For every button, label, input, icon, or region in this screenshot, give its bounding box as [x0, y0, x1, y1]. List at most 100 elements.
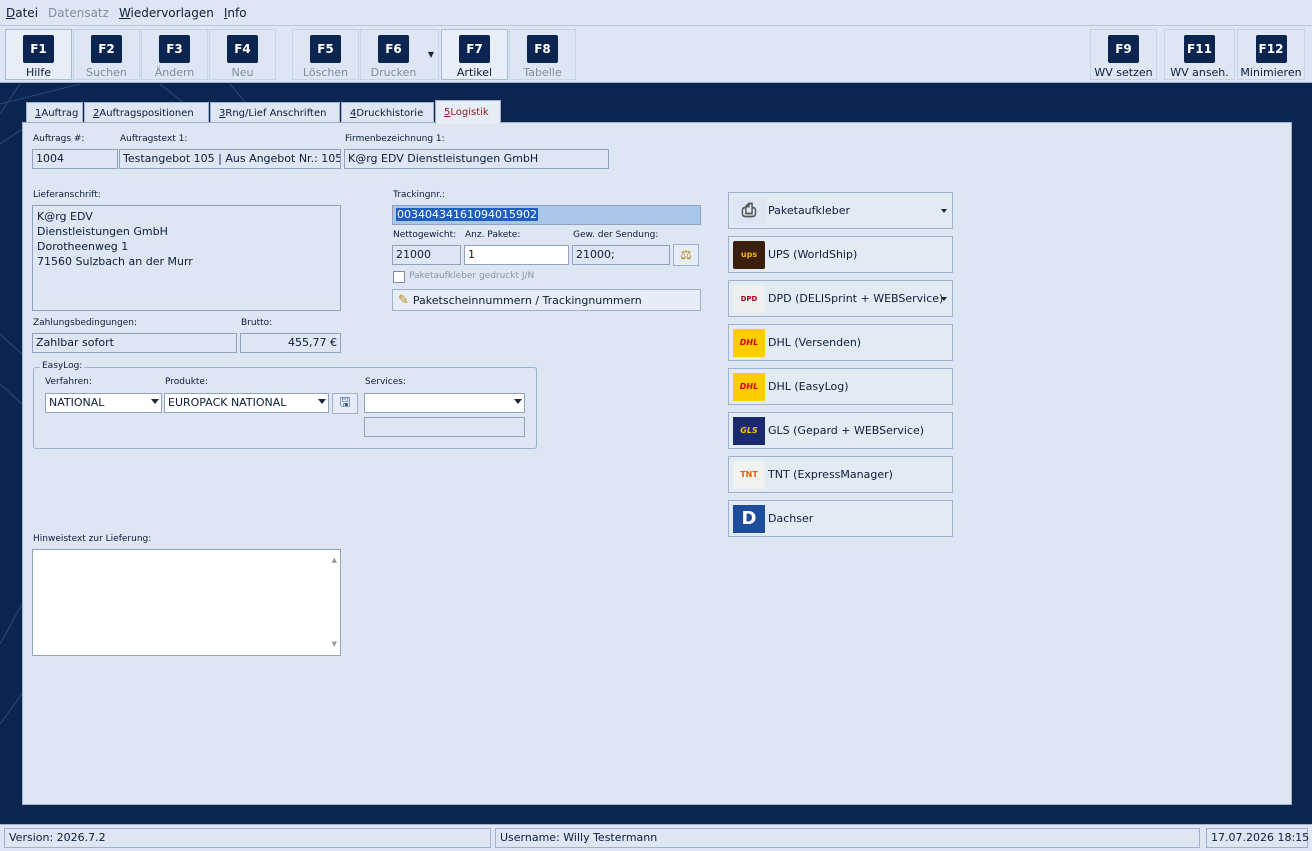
f12-minimize-button[interactable]: F12 Minimieren	[1237, 29, 1305, 80]
services-select[interactable]	[364, 393, 525, 413]
chevron-down-icon[interactable]	[941, 209, 947, 213]
chevron-down-icon[interactable]: ▼	[428, 50, 434, 59]
dachser-label: Dachser	[768, 512, 814, 525]
services-extra-field[interactable]	[364, 417, 525, 437]
version-status: Version: 2026.7.2	[4, 828, 491, 848]
trackingnr-label: Trackingnr.:	[393, 190, 445, 200]
menu-wiedervorlagen[interactable]: Wiedervorlagen	[119, 6, 214, 20]
anz-pakete-field[interactable]: 1	[464, 245, 569, 265]
gls-gepard-button[interactable]: GLS GLS (Gepard + WEBService)	[728, 412, 953, 449]
f9-set-reminder-button[interactable]: F9 WV setzen	[1090, 29, 1157, 80]
zahlungsbedingungen-field[interactable]: Zahlbar sofort	[32, 333, 237, 353]
lieferanschrift-memo[interactable]: K@rg EDV Dienstleistungen GmbH Dorotheen…	[32, 205, 341, 311]
verfahren-select[interactable]: NATIONAL	[45, 393, 162, 413]
menu-bar: Datei Datensatz Wiedervorlagen Info	[0, 0, 1312, 26]
menu-datei-rest: atei	[15, 5, 39, 20]
menu-datei-accel: D	[6, 5, 16, 20]
trackingnr-value: 00340434161094015902	[396, 208, 538, 221]
verfahren-value: NATIONAL	[49, 396, 105, 409]
scroll-down-icon[interactable]: ▼	[332, 637, 337, 652]
gls-gepard-label: GLS (Gepard + WEBService)	[768, 424, 925, 437]
dpd-delisprint-button[interactable]: DPD DPD (DELISprint + WEBService)	[728, 280, 953, 317]
f7-articles-button[interactable]: F7 Artikel	[441, 29, 508, 80]
firmenbezeichnung-label: Firmenbezeichnung 1:	[345, 134, 445, 144]
gew-sendung-label: Gew. der Sendung:	[573, 230, 659, 240]
f8-table-button[interactable]: F8 Tabelle	[509, 29, 576, 80]
nettogewicht-field[interactable]: 21000	[392, 245, 461, 265]
address-line-2: Dienstleistungen GmbH	[37, 225, 168, 238]
f6-label: Drucken	[370, 66, 417, 79]
hinweistext-memo[interactable]: ▲ ▼	[32, 549, 341, 656]
chevron-down-icon[interactable]	[941, 297, 947, 301]
menu-info-rest: nfo	[227, 5, 247, 20]
paketscheinnummern-label: Paketscheinnummern / Trackingnummern	[412, 293, 642, 307]
menu-wiedervorlagen-accel: W	[118, 5, 131, 20]
dhl-logo: DHL	[733, 372, 765, 401]
dachser-button[interactable]: D Dachser	[728, 500, 953, 537]
dhl-logo: DHL	[733, 328, 765, 357]
f12-key: F12	[1255, 35, 1287, 63]
f1-help-button[interactable]: F1 Hilfe	[5, 29, 72, 80]
easylog-save-button[interactable]: 🖫	[332, 393, 358, 414]
paketaufkleber-gedruckt-checkbox[interactable]	[393, 271, 405, 283]
f9-label: WV setzen	[1094, 66, 1153, 79]
menu-info[interactable]: Info	[224, 6, 247, 20]
chevron-down-icon	[151, 399, 159, 404]
f9-key: F9	[1108, 35, 1139, 63]
menu-datei[interactable]: Datei	[6, 6, 38, 20]
f11-view-reminder-button[interactable]: F11 WV anseh.	[1164, 29, 1235, 80]
f3-key: F3	[159, 35, 190, 63]
calculate-weight-button[interactable]: ⚖	[673, 244, 699, 266]
f11-key: F11	[1184, 35, 1215, 63]
tnt-logo: TNT	[733, 460, 765, 489]
f12-label: Minimieren	[1240, 66, 1302, 79]
ups-worldship-label: UPS (WorldShip)	[768, 248, 858, 261]
tab-auftragspositionen[interactable]: 2 Auftragspositionen	[84, 102, 209, 123]
auftragstext-field[interactable]: Testangebot 105 | Aus Angebot Nr.: 105	[119, 149, 341, 169]
gew-sendung-field[interactable]: 21000;	[572, 245, 670, 265]
f5-delete-button[interactable]: F5 Löschen	[292, 29, 359, 80]
trackingnr-field[interactable]: 00340434161094015902	[392, 205, 701, 225]
dhl-versenden-label: DHL (Versenden)	[768, 336, 862, 349]
paketaufkleber-button[interactable]: ⎙ Paketaufkleber	[728, 192, 953, 229]
chevron-down-icon	[318, 399, 326, 404]
save-icon: 🖫	[339, 394, 351, 410]
dhl-versenden-button[interactable]: DHL DHL (Versenden)	[728, 324, 953, 361]
tab-auftrag[interactable]: 1 Auftrag	[26, 102, 83, 123]
zahlungsbedingungen-label: Zahlungsbedingungen:	[33, 318, 137, 328]
produkte-label: Produkte:	[165, 377, 209, 387]
firmenbezeichnung-field[interactable]: K@rg EDV Dienstleistungen GmbH	[344, 149, 609, 169]
lieferanschrift-label: Lieferanschrift:	[33, 190, 101, 200]
easylog-group: EasyLog: Verfahren: NATIONAL Produkte: E…	[33, 361, 537, 449]
f2-key: F2	[91, 35, 122, 63]
brutto-field[interactable]: 455,77 €	[240, 333, 341, 353]
f2-search-button[interactable]: F2 Suchen	[73, 29, 140, 80]
f7-key: F7	[459, 35, 490, 63]
address-line-1: K@rg EDV	[37, 210, 93, 223]
auftrags-nr-label: Auftrags #:	[33, 134, 85, 144]
ups-worldship-button[interactable]: ups UPS (WorldShip)	[728, 236, 953, 273]
f4-new-button[interactable]: F4 Neu	[209, 29, 276, 80]
scroll-up-icon[interactable]: ▲	[332, 553, 337, 568]
dpd-delisprint-label: DPD (DELISprint + WEBService)	[768, 292, 944, 305]
paketscheinnummern-button[interactable]: ✎ Paketscheinnummern / Trackingnummern	[392, 289, 701, 311]
ups-logo: ups	[733, 240, 765, 269]
f3-edit-button[interactable]: F3 Ändern	[141, 29, 208, 80]
toolbar: F1 Hilfe F2 Suchen F3 Ändern F4 Neu F5 L…	[0, 26, 1312, 83]
f5-key: F5	[310, 35, 341, 63]
tab-rng-lief-anschriften[interactable]: 3 Rng/Lief Anschriften	[210, 102, 340, 123]
tnt-expressmanager-label: TNT (ExpressManager)	[768, 468, 893, 481]
dpd-logo: DPD	[733, 284, 765, 313]
easylog-group-label: EasyLog:	[40, 361, 85, 371]
produkte-select[interactable]: EUROPACK NATIONAL	[164, 393, 329, 413]
paketaufkleber-label: Paketaufkleber	[768, 204, 850, 217]
tnt-expressmanager-button[interactable]: TNT TNT (ExpressManager)	[728, 456, 953, 493]
paketaufkleber-gedruckt-label: Paketaufkleber gedruckt J/N	[409, 271, 535, 281]
auftrags-nr-field[interactable]: 1004	[32, 149, 118, 169]
nettogewicht-label: Nettogewicht:	[393, 230, 457, 240]
tab-druckhistorie[interactable]: 4 Druckhistorie	[341, 102, 434, 123]
tab-logistik[interactable]: 5 Logistik	[435, 100, 501, 124]
f1-key: F1	[23, 35, 54, 63]
dhl-easylog-button[interactable]: DHL DHL (EasyLog)	[728, 368, 953, 405]
f6-print-button[interactable]: F6 Drucken ▼	[360, 29, 439, 80]
